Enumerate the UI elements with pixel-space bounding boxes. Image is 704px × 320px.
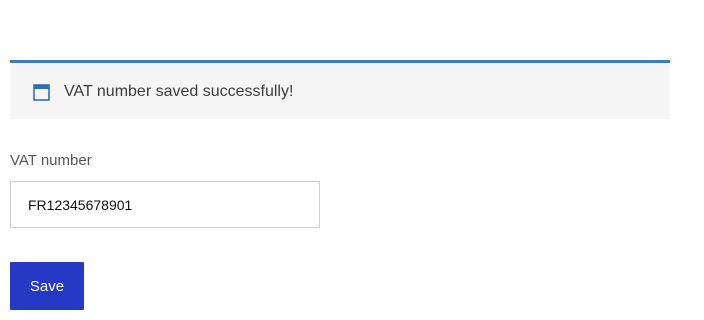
vat-number-input[interactable] bbox=[10, 181, 320, 228]
notice-message: VAT number saved successfully! bbox=[64, 83, 294, 100]
window-icon bbox=[33, 84, 50, 101]
save-button[interactable]: Save bbox=[10, 262, 84, 310]
vat-number-label: VAT number bbox=[10, 152, 92, 169]
success-notice: VAT number saved successfully! bbox=[10, 60, 670, 119]
